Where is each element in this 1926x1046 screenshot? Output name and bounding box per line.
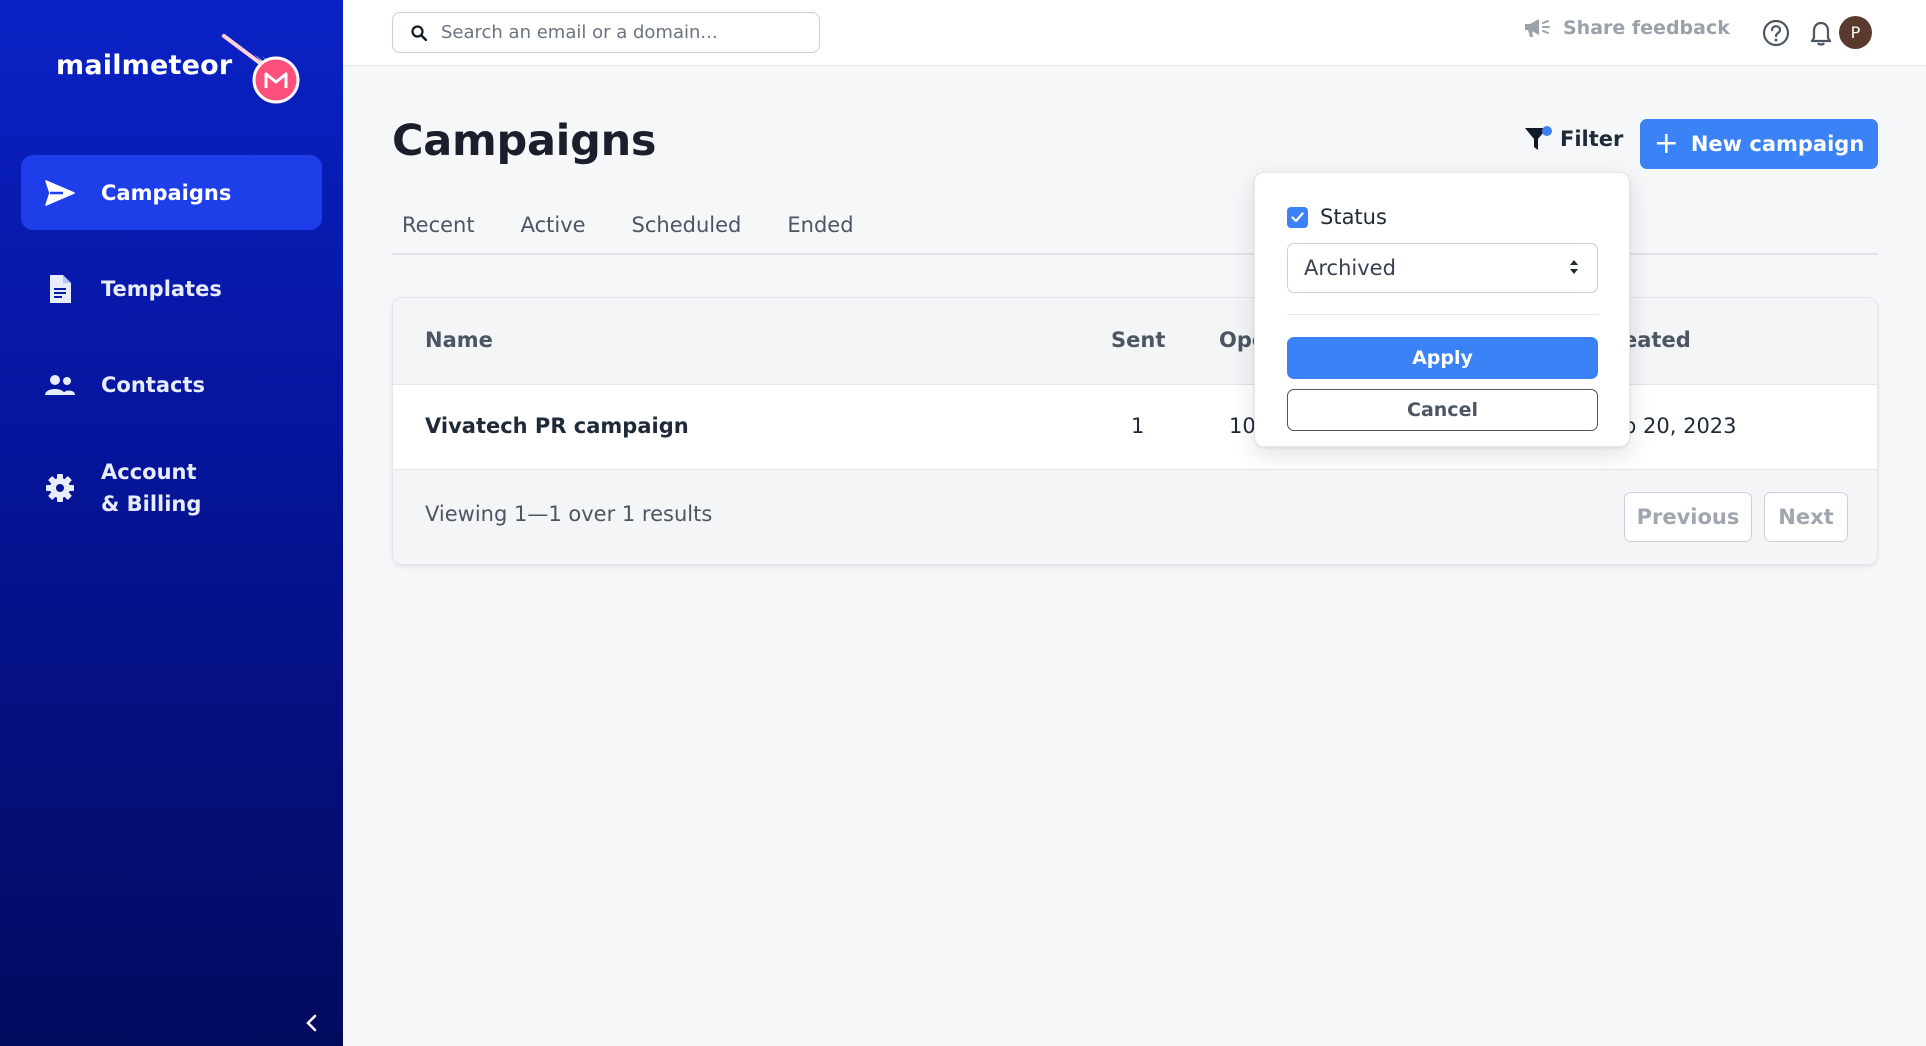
help-icon <box>1762 19 1790 47</box>
status-select-value: Archived <box>1304 256 1396 280</box>
collapse-sidebar-button[interactable] <box>298 1010 324 1036</box>
campaign-sent: 1 <box>1131 414 1145 438</box>
help-button[interactable] <box>1761 18 1791 48</box>
next-page-button[interactable]: Next <box>1764 492 1848 542</box>
sidebar-nav: Campaigns Templates Contacts Account & B… <box>21 155 322 554</box>
sidebar-item-label: Account & Billing <box>101 456 201 520</box>
column-header-created[interactable]: eated <box>1623 328 1691 352</box>
checkbox-checked-icon[interactable] <box>1287 206 1308 228</box>
column-header-name[interactable]: Name <box>425 328 493 352</box>
new-campaign-label: New campaign <box>1690 132 1865 156</box>
search-icon <box>411 24 427 41</box>
document-icon <box>43 272 77 306</box>
share-feedback-label: Share feedback <box>1563 17 1730 39</box>
notifications-button[interactable] <box>1806 18 1836 48</box>
status-filter-checkbox[interactable]: Status <box>1287 205 1387 229</box>
page-title: Campaigns <box>392 116 657 166</box>
filter-label: Filter <box>1560 127 1624 151</box>
sidebar-item-campaigns[interactable]: Campaigns <box>21 155 322 230</box>
sidebar-item-contacts[interactable]: Contacts <box>21 347 322 422</box>
sidebar-item-label-line2: & Billing <box>101 492 202 516</box>
filter-icon <box>1524 126 1552 152</box>
filter-button[interactable]: Filter <box>1524 126 1623 152</box>
meteor-logo-icon <box>218 34 300 104</box>
sidebar-item-account-billing[interactable]: Account & Billing <box>21 443 322 533</box>
app-logo[interactable]: mailmeteor <box>56 34 300 104</box>
cancel-button[interactable]: Cancel <box>1287 389 1598 431</box>
chevron-left-icon <box>306 1014 317 1032</box>
sidebar-item-label: Templates <box>101 276 222 301</box>
apply-button[interactable]: Apply <box>1287 337 1598 379</box>
column-header-sent[interactable]: Sent <box>1111 328 1165 352</box>
campaign-tabs: Recent Active Scheduled Ended <box>392 205 1878 255</box>
avatar-initial: P <box>1850 23 1861 42</box>
status-select[interactable]: Archived <box>1287 243 1598 293</box>
popover-divider <box>1287 314 1598 315</box>
tab-recent[interactable]: Recent <box>392 205 485 253</box>
new-campaign-button[interactable]: + New campaign <box>1640 119 1878 169</box>
search-box[interactable] <box>392 12 820 53</box>
users-icon <box>43 368 77 402</box>
tab-scheduled[interactable]: Scheduled <box>622 205 752 253</box>
sidebar-item-label: Contacts <box>101 372 205 397</box>
bell-icon <box>1810 21 1832 46</box>
table-header: Name Sent Ope eated <box>393 298 1877 385</box>
filter-active-dot <box>1542 126 1552 136</box>
sidebar: mailmeteor Campaigns Templates Contacts … <box>0 0 343 1046</box>
campaign-created: p 20, 2023 <box>1623 414 1737 438</box>
sidebar-item-label-line1: Account <box>101 460 197 484</box>
previous-page-button[interactable]: Previous <box>1624 492 1752 542</box>
table-row[interactable]: Vivatech PR campaign 1 100 p 20, 2023 <box>393 385 1877 470</box>
filter-popover: Status Archived Apply Cancel <box>1254 172 1630 447</box>
status-filter-label: Status <box>1320 205 1387 229</box>
topbar: Share feedback P <box>343 0 1926 66</box>
megaphone-icon <box>1525 19 1550 37</box>
sidebar-item-label: Campaigns <box>101 180 232 205</box>
campaign-name[interactable]: Vivatech PR campaign <box>425 414 689 438</box>
sidebar-item-templates[interactable]: Templates <box>21 251 322 326</box>
search-input[interactable] <box>441 22 801 43</box>
avatar[interactable]: P <box>1839 16 1872 49</box>
campaigns-table: Name Sent Ope eated Vivatech PR campaign… <box>392 297 1878 565</box>
gear-icon <box>43 471 77 505</box>
send-icon <box>43 176 77 210</box>
logo-text: mailmeteor <box>56 50 233 81</box>
results-summary: Viewing 1—1 over 1 results <box>425 502 713 526</box>
share-feedback-button[interactable]: Share feedback <box>1523 17 1730 39</box>
plus-icon: + <box>1653 126 1679 161</box>
tab-active[interactable]: Active <box>511 205 596 253</box>
tab-ended[interactable]: Ended <box>777 205 863 253</box>
select-arrows-icon <box>1570 260 1578 274</box>
table-footer: Viewing 1—1 over 1 results Previous Next <box>393 470 1877 564</box>
